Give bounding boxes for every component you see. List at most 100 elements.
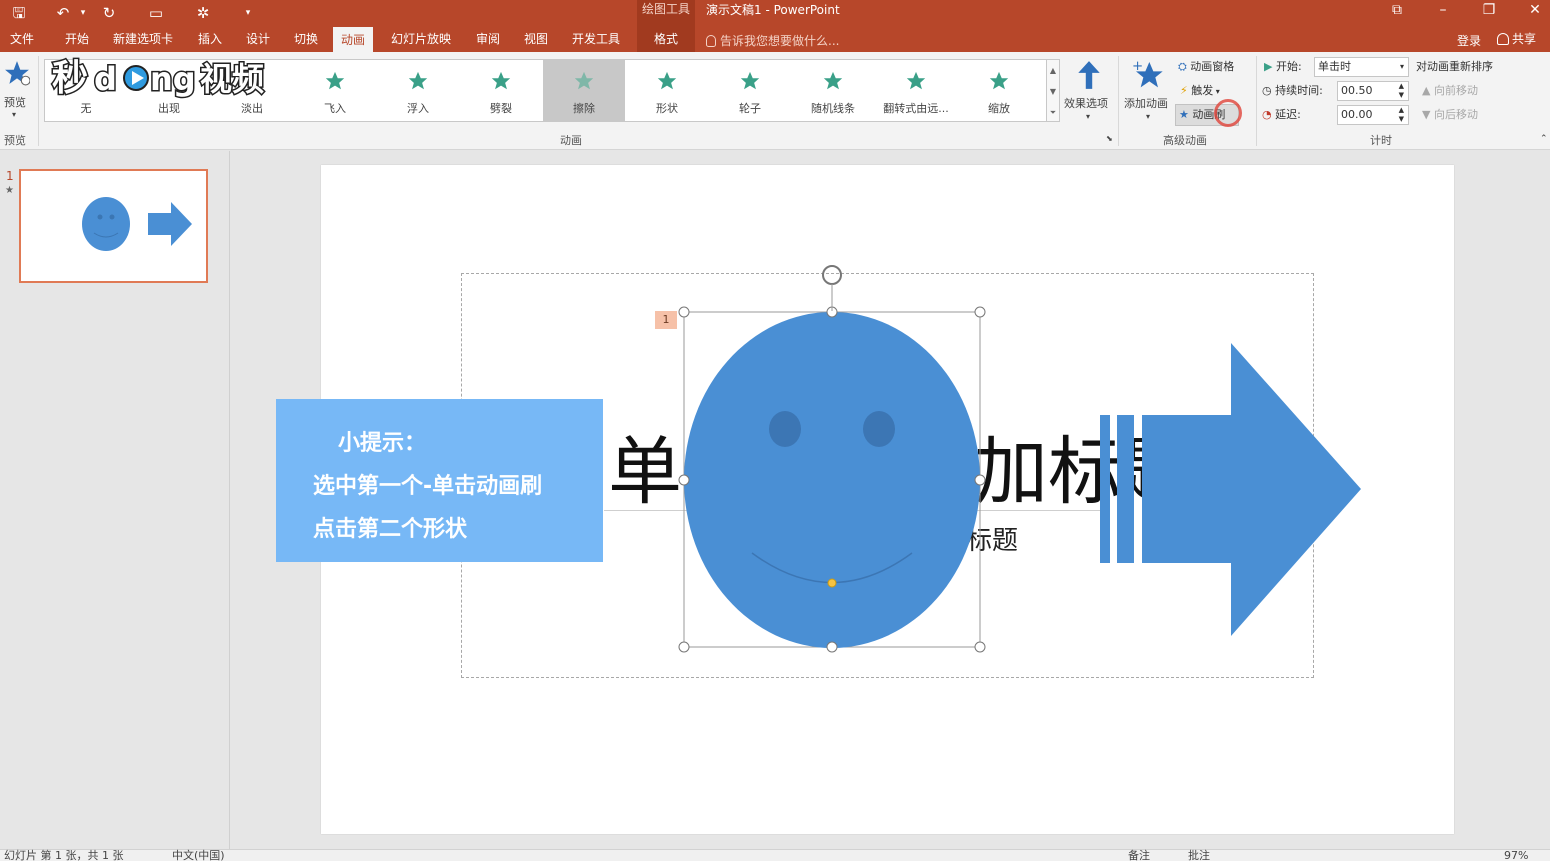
undo-icon[interactable]: ↶	[52, 2, 74, 24]
slide-subtitle[interactable]: 标题	[966, 520, 1018, 557]
separator	[1118, 56, 1119, 146]
notes-button[interactable]: 备注	[1128, 850, 1150, 861]
anim-zoom[interactable]: 缩放	[958, 60, 1040, 121]
add-animation-icon[interactable]: +	[1132, 58, 1164, 90]
svg-text:+: +	[1132, 59, 1143, 74]
anim-wheel[interactable]: 轮子	[709, 60, 791, 121]
gallery-scroll[interactable]: ▲ ▼ ⏷	[1046, 59, 1060, 122]
effect-options-dropdown-icon[interactable]: ▾	[1086, 112, 1090, 121]
minimize-icon[interactable]: –	[1420, 0, 1466, 24]
anim-label: 出现	[158, 102, 180, 115]
customize-icon[interactable]: ✲	[192, 2, 214, 24]
animation-dialog-launcher-icon[interactable]: ⬊	[1106, 134, 1113, 143]
document-title: 演示文稿1 - PowerPoint	[706, 3, 840, 17]
slide-number: 1	[6, 169, 14, 183]
tab-new-tab[interactable]: 新建选项卡	[105, 26, 181, 52]
tell-me-text: 告诉我您想要做什么...	[720, 34, 840, 48]
tip-box: 小提示： 选中第一个-单击动画刷 点击第二个形状	[276, 399, 603, 562]
anim-label: 飞入	[324, 102, 346, 115]
anim-random-bars[interactable]: 随机线条	[792, 60, 874, 121]
present-from-start-icon[interactable]: ▭	[145, 2, 167, 24]
ribbon-display-options-icon[interactable]: ⧉	[1374, 0, 1420, 24]
play-icon: ▶	[1264, 60, 1276, 73]
anim-label: 无	[80, 102, 92, 115]
title-divider	[604, 510, 1104, 511]
anim-split[interactable]: 劈裂	[460, 60, 542, 121]
anim-float-in[interactable]: 浮入	[377, 60, 459, 121]
language[interactable]: 中文(中国)	[172, 850, 225, 861]
tab-insert[interactable]: 插入	[190, 26, 230, 52]
tab-file[interactable]: 文件	[2, 26, 42, 52]
start-select[interactable]: 单击时 ▾	[1314, 57, 1409, 77]
save-icon[interactable]: 🖫	[8, 2, 30, 24]
quick-access-menu-icon[interactable]: ▾	[237, 2, 259, 24]
down-arrow-icon: ▼	[1422, 108, 1434, 121]
effect-options-icon[interactable]	[1076, 60, 1102, 90]
effect-options-button[interactable]: 效果选项	[1064, 95, 1108, 111]
trigger-label: 触发	[1191, 84, 1214, 97]
redo-icon[interactable]: ↻	[98, 2, 120, 24]
star-icon	[739, 70, 761, 92]
gallery-up-icon[interactable]: ▲	[1047, 60, 1059, 81]
close-icon[interactable]: ✕	[1512, 0, 1550, 24]
start-dropdown-icon: ▾	[1399, 62, 1404, 71]
trigger-dropdown-icon: ▾	[1213, 87, 1220, 96]
star-icon	[988, 70, 1010, 92]
slide-count: 幻灯片 第 1 张，共 1 张	[4, 849, 124, 861]
star-icon	[905, 70, 927, 92]
gallery-more-icon[interactable]: ⏷	[1047, 102, 1059, 123]
slide-title-right[interactable]: 加标题	[974, 412, 1196, 519]
ribbon-tabs: 文件 开始 新建选项卡 插入 设计 切换 动画 幻灯片放映 审阅 视图 开发工具…	[0, 26, 1550, 52]
collapse-ribbon-icon[interactable]: ⌃	[1540, 134, 1548, 144]
star-icon	[656, 70, 678, 92]
comments-button[interactable]: 批注	[1188, 850, 1210, 861]
tip-heading: 小提示：	[338, 431, 427, 456]
tab-home[interactable]: 开始	[57, 26, 97, 52]
restore-icon[interactable]: ❐	[1466, 0, 1512, 24]
start-label: ▶ 开始:	[1264, 56, 1302, 78]
anim-label: 随机线条	[811, 102, 855, 115]
slide-thumbnail[interactable]	[19, 169, 208, 283]
clock-icon: ◷	[1262, 84, 1276, 97]
painter-star-icon: ★	[1179, 108, 1193, 121]
login-link[interactable]: 登录	[1457, 32, 1481, 49]
preview-dropdown-icon[interactable]: ▾	[12, 110, 16, 119]
zoom-level[interactable]: 97%	[1504, 850, 1528, 861]
slide-title-left[interactable]: 单击	[608, 412, 756, 519]
gallery-down-icon[interactable]: ▼	[1047, 81, 1059, 102]
trigger-button[interactable]: ⚡ 触发 ▾	[1180, 80, 1220, 102]
watermark-logo: 秒 d ng 视频	[50, 52, 286, 101]
duration-input[interactable]: 00.50 ▲ ▼	[1337, 81, 1409, 101]
tab-view[interactable]: 视图	[516, 26, 556, 52]
anim-label: 轮子	[739, 102, 761, 115]
tab-animations[interactable]: 动画	[333, 27, 374, 52]
star-icon	[324, 70, 346, 92]
star-icon	[822, 70, 844, 92]
context-tools-label: 绘图工具	[637, 0, 695, 26]
anim-grow-turn[interactable]: 翻转式由远...	[875, 60, 957, 121]
undo-dropdown-icon[interactable]: ▾	[72, 2, 94, 24]
tell-me-box[interactable]: 告诉我您想要做什么...	[706, 32, 839, 49]
preview-button[interactable]: 预览	[4, 94, 26, 110]
up-arrow-icon: ▲	[1422, 84, 1434, 97]
anim-wipe[interactable]: 擦除	[543, 60, 625, 121]
add-animation-button[interactable]: 添加动画	[1124, 95, 1168, 111]
move-earlier-button[interactable]: ▲ 向前移动	[1422, 80, 1478, 102]
share-button[interactable]: 共享	[1493, 27, 1548, 51]
tab-design[interactable]: 设计	[238, 26, 278, 52]
tab-slideshow[interactable]: 幻灯片放映	[383, 26, 459, 52]
animation-pane-button[interactable]: ⛭ 动画窗格	[1178, 56, 1234, 78]
anim-fly-in[interactable]: 飞入	[294, 60, 376, 121]
move-later-label: 向后移动	[1433, 108, 1478, 121]
tab-developer[interactable]: 开发工具	[564, 26, 628, 52]
tab-format[interactable]: 格式	[637, 26, 695, 52]
move-later-button[interactable]: ▼ 向后移动	[1422, 104, 1478, 126]
tab-transitions[interactable]: 切换	[286, 26, 326, 52]
animation-order-badge[interactable]: 1	[655, 311, 677, 329]
preview-icon[interactable]	[4, 60, 31, 86]
tab-review[interactable]: 审阅	[468, 26, 508, 52]
delay-label: ◔ 延迟:	[1262, 104, 1301, 126]
delay-input[interactable]: 00.00 ▲ ▼	[1337, 105, 1409, 125]
anim-shape[interactable]: 形状	[626, 60, 708, 121]
add-animation-dropdown-icon[interactable]: ▾	[1146, 112, 1150, 121]
